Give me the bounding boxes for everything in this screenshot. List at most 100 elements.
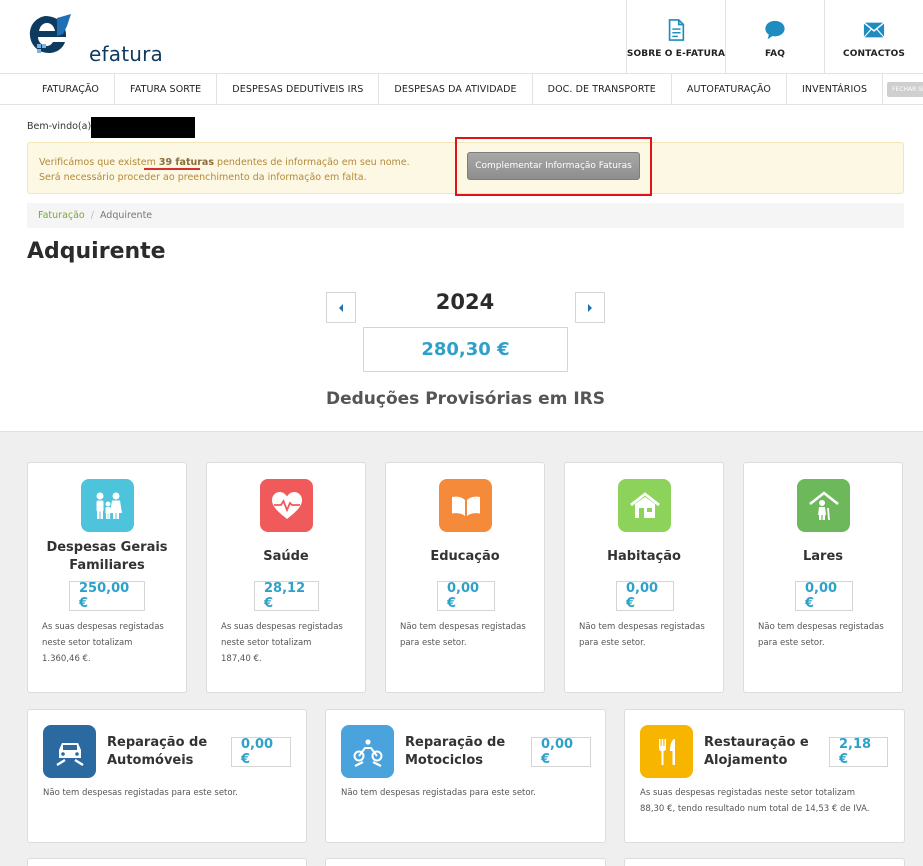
card-title-line2: Familiares [69, 558, 145, 573]
caret-left-icon [339, 303, 343, 312]
card-educacao[interactable]: Educação 0,00 € Não tem despesas regista… [385, 462, 545, 693]
welcome-label: Bem-vindo(a) [27, 121, 92, 132]
alert-line-2: Será necessário proceder ao preenchiment… [39, 172, 367, 183]
card-desc-line1: Não tem despesas registadas [400, 622, 526, 632]
nav-label: SOBRE O E-FATURA [626, 49, 726, 59]
card-value: 0,00 € [616, 581, 674, 611]
cutlery-icon [640, 725, 693, 778]
card-title: Lares [802, 549, 844, 564]
page-title: Adquirente [27, 239, 166, 264]
breadcrumb-separator: / [90, 210, 94, 221]
card-desc-line1: As suas despesas registadas [221, 622, 343, 632]
card-title: Reparação de Automóveis [107, 734, 207, 770]
card-value: 0,00 € [437, 581, 495, 611]
card-description: Não tem despesas registadas para este se… [400, 619, 526, 651]
menu-item-doc-transporte[interactable]: DOC. DE TRANSPORTE [533, 74, 672, 104]
card-desc-line2: para este setor. [579, 638, 646, 648]
section-title: Deduções Provisórias em IRS [325, 389, 605, 409]
card-description: Não tem despesas registadas para este se… [43, 788, 238, 798]
elderly-home-icon [797, 479, 850, 532]
card-title: Restauração e Alojamento [704, 734, 809, 770]
alert-text: Verificámos que existem 39 faturas pende… [39, 155, 410, 185]
top-nav: SOBRE O E-FATURA FAQ CONTACTOS [626, 0, 923, 74]
card-desc-line1: Não tem despesas registadas [758, 622, 884, 632]
alert-text-before: Verificámos que existem [39, 157, 159, 168]
redacted-username [91, 117, 196, 138]
motorcycle-repair-icon [341, 725, 394, 778]
caret-right-icon [588, 303, 592, 312]
nav-label: CONTACTOS [843, 49, 905, 59]
nav-faq[interactable]: FAQ [725, 0, 824, 74]
next-year-button[interactable] [575, 292, 605, 323]
card-title-line2: Alojamento [704, 753, 788, 768]
nav-label: FAQ [764, 49, 786, 59]
card-desc-line2: neste setor totalizam [42, 638, 133, 648]
card-title-line1: Reparação de [107, 735, 208, 750]
card-value: 0,00 € [795, 581, 853, 611]
card-reparacao-automoveis[interactable]: Reparação de Automóveis 0,00 € Não tem d… [27, 709, 307, 843]
card-title: Habitação [607, 549, 681, 564]
efatura-logo[interactable]: efatura [27, 12, 163, 66]
heart-icon [260, 479, 313, 532]
card-partial [325, 858, 606, 866]
menu-item-fatura-sorte[interactable]: FATURA SORTE [115, 74, 218, 104]
menu-divider [0, 104, 923, 105]
card-title: Despesas Gerais Familiares [28, 539, 186, 575]
welcome-message: Bem-vindo(a) [27, 116, 196, 138]
book-icon [439, 479, 492, 532]
card-description: Não tem despesas registadas para este se… [579, 619, 705, 651]
house-icon [618, 479, 671, 532]
card-value: 2,18 € [829, 737, 888, 767]
previous-year-button[interactable] [326, 292, 356, 323]
card-title: Saúde [263, 549, 309, 564]
card-despesas-gerais[interactable]: Despesas Gerais Familiares 250,00 € As s… [27, 462, 187, 693]
card-title-line1: Restauração e [704, 735, 809, 750]
menu-item-inventarios[interactable]: INVENTÁRIOS [787, 74, 884, 104]
card-desc-line2: neste setor totalizam [221, 638, 312, 648]
document-icon [668, 19, 685, 41]
card-desc-line1: As suas despesas registadas neste setor … [640, 788, 855, 798]
card-description: Não tem despesas registadas para este se… [341, 788, 536, 798]
menu-item-faturacao[interactable]: FATURAÇÃO [27, 74, 116, 104]
card-description: As suas despesas registadas neste setor … [221, 619, 343, 667]
card-value: 250,00 € [69, 581, 145, 611]
card-title-line2: Automóveis [107, 753, 194, 768]
logo-text: efatura [89, 42, 163, 66]
card-reparacao-motociclos[interactable]: Reparação de Motociclos 0,00 € Não tem d… [325, 709, 606, 843]
card-title: Educação [430, 549, 500, 564]
card-description: Não tem despesas registadas para este se… [758, 619, 884, 651]
card-title-line2: Motociclos [405, 753, 484, 768]
card-partial [624, 858, 905, 866]
card-lares[interactable]: Lares 0,00 € Não tem despesas registadas… [743, 462, 903, 693]
card-saude[interactable]: Saúde 28,12 € As suas despesas registada… [206, 462, 366, 693]
card-desc-line2: para este setor. [400, 638, 467, 648]
alert-text-after: pendentes de informação em seu nome. [214, 157, 410, 168]
card-desc-line2: para este setor. [758, 638, 825, 648]
red-underline-annotation [144, 168, 200, 170]
card-restauracao-alojamento[interactable]: Restauração e Alojamento 2,18 € As suas … [624, 709, 905, 843]
complement-invoices-button[interactable]: Complementar Informação Faturas [467, 152, 640, 180]
car-repair-icon [43, 725, 96, 778]
selected-year: 2024 [435, 290, 495, 314]
nav-sobre-efatura[interactable]: SOBRE O E-FATURA [626, 0, 725, 74]
chat-bubble-icon [765, 20, 785, 40]
card-desc-line1: Não tem despesas registadas [579, 622, 705, 632]
menu-item-despesas-dedutiveis[interactable]: DESPESAS DEDUTÍVEIS IRS [217, 74, 380, 104]
nav-contactos[interactable]: CONTACTOS [824, 0, 923, 74]
menu-item-despesas-atividade[interactable]: DESPESAS DA ATIVIDADE [379, 74, 533, 104]
breadcrumb: Faturação / Adquirente [27, 203, 904, 228]
logout-button[interactable]: FECHAR SESSÃO [887, 81, 923, 97]
card-desc-line2: 88,30 €, tendo resultado num total de 14… [640, 804, 870, 814]
card-desc-line3: 187,40 €. [221, 654, 262, 664]
card-value: 0,00 € [231, 737, 291, 767]
breadcrumb-faturacao[interactable]: Faturação [38, 210, 85, 221]
menu-item-autofaturacao[interactable]: AUTOFATURAÇÃO [672, 74, 787, 104]
total-deductions: 280,30 € [363, 327, 568, 372]
card-habitacao[interactable]: Habitação 0,00 € Não tem despesas regist… [564, 462, 724, 693]
card-desc-line3: 1.360,46 €. [42, 654, 91, 664]
family-icon [81, 479, 134, 532]
breadcrumb-current: Adquirente [99, 210, 153, 221]
main-menu: FATURAÇÃO FATURA SORTE DESPESAS DEDUTÍVE… [27, 74, 923, 104]
card-title-line1: Reparação de [405, 735, 506, 750]
card-desc-line1: As suas despesas registadas [42, 622, 164, 632]
